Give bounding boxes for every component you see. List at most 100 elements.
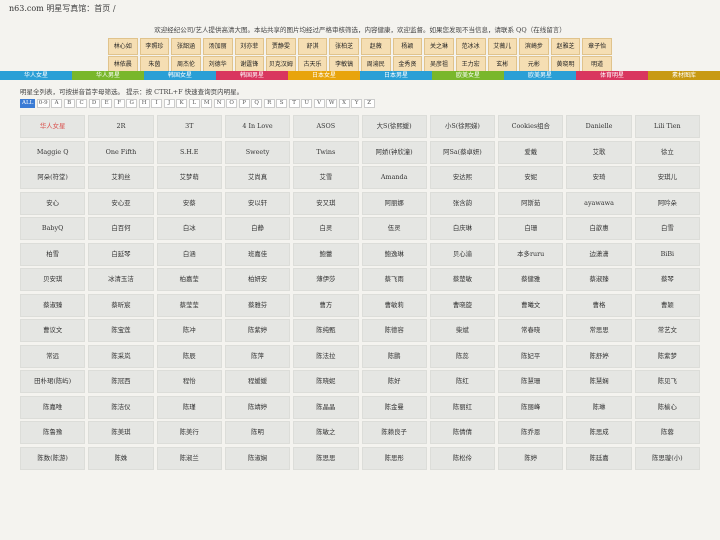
star-link[interactable]: 陈紫梦	[634, 344, 700, 368]
star-link[interactable]: 艾歌	[566, 140, 632, 164]
star-link[interactable]: BiBi	[634, 242, 700, 266]
star-link[interactable]: 安又琪	[293, 191, 359, 215]
featured-star-link[interactable]: 汤加丽	[202, 38, 233, 55]
star-link[interactable]: 陈好	[361, 370, 427, 393]
star-link[interactable]: 陈鹏	[361, 344, 427, 368]
letter-filter-item[interactable]: S	[276, 99, 288, 108]
star-link[interactable]: 陈思思	[293, 446, 359, 470]
star-link[interactable]: 陈思璇(小)	[634, 446, 700, 470]
star-link[interactable]: 陈洁仪	[88, 395, 154, 419]
star-link[interactable]: 陈宝莲	[88, 319, 154, 342]
star-link[interactable]: 陈慧娴	[566, 370, 632, 393]
star-link[interactable]: 艾雪	[293, 166, 359, 189]
star-link[interactable]: 柴斌	[429, 319, 496, 342]
star-link[interactable]: 陈德容	[361, 319, 427, 342]
star-link[interactable]: Cookies组合	[498, 115, 564, 138]
star-link[interactable]: 曹方	[293, 293, 359, 317]
category-tab[interactable]: 体育明星	[576, 71, 648, 80]
letter-filter-item[interactable]: I	[151, 99, 163, 108]
star-link[interactable]: ASOS	[293, 115, 359, 138]
star-link[interactable]: 白涵	[156, 242, 222, 266]
category-tab[interactable]: 华人女星	[0, 71, 72, 80]
letter-filter-item[interactable]: T	[288, 99, 300, 108]
star-link[interactable]: ayawawa	[566, 191, 632, 215]
star-link[interactable]: 大S(徐熙媛)	[361, 115, 427, 138]
featured-star-link[interactable]: 刘亦菲	[234, 38, 265, 55]
letter-filter-item[interactable]: U	[301, 99, 313, 108]
star-link[interactable]: 曹敏莉	[361, 293, 427, 317]
star-link[interactable]: 曹曦文	[498, 293, 564, 317]
letter-filter-item[interactable]: X	[338, 99, 350, 108]
star-link[interactable]: 白灵	[293, 217, 359, 240]
star-link[interactable]: 白雪	[634, 217, 700, 240]
star-link[interactable]: 曹格	[566, 293, 632, 317]
letter-filter-item[interactable]: R	[263, 99, 275, 108]
star-link[interactable]: 陈采岚	[88, 344, 154, 368]
star-link[interactable]: 白庆琳	[429, 217, 496, 240]
star-link[interactable]: 陈淑娴	[224, 446, 291, 470]
star-link[interactable]: 陈晶晶	[293, 395, 359, 419]
star-link[interactable]: 陈冠西	[88, 370, 154, 393]
star-link[interactable]: 陈见飞	[634, 370, 700, 393]
star-link[interactable]: 陈思彤	[361, 446, 427, 470]
star-link[interactable]: Lili Tien	[634, 115, 700, 138]
star-link[interactable]: 陈舒婷	[566, 344, 632, 368]
star-link[interactable]: 白冰	[156, 217, 222, 240]
star-link[interactable]: 陈纯甄	[293, 319, 359, 342]
star-link[interactable]: BabyQ	[20, 217, 86, 240]
star-link[interactable]: 鲍蕾	[293, 242, 359, 266]
featured-star-link[interactable]: 舒淇	[297, 38, 328, 55]
star-link[interactable]: 陈淑兰	[156, 446, 222, 470]
star-link[interactable]: 华人女星	[20, 115, 86, 138]
star-link[interactable]: 阿娇(钟欣潼)	[361, 140, 427, 164]
star-link[interactable]: 陈法拉	[293, 344, 359, 368]
featured-star-link[interactable]: 范冰冰	[455, 38, 486, 55]
star-link[interactable]: 陈瑾	[156, 395, 222, 419]
letter-filter-item[interactable]: C	[76, 99, 88, 108]
star-link[interactable]: 柏雪	[20, 242, 86, 266]
featured-star-link[interactable]: 杨颖	[392, 38, 423, 55]
star-link[interactable]: 徐立	[634, 140, 700, 164]
category-tab[interactable]: 欧美男星	[504, 71, 576, 80]
star-link[interactable]: 陈靖婷	[224, 395, 291, 419]
star-link[interactable]: 柏嘉莹	[156, 268, 222, 291]
star-link[interactable]: 白珊	[498, 217, 564, 240]
letter-filter-item[interactable]: L	[188, 99, 200, 108]
star-link[interactable]: 边潇潇	[566, 242, 632, 266]
star-link[interactable]: 陈思成	[566, 421, 632, 444]
star-link[interactable]: 白延琴	[88, 242, 154, 266]
star-link[interactable]: 常艺文	[634, 319, 700, 342]
star-link[interactable]: 陈鲁豫	[20, 421, 86, 444]
star-link[interactable]: 小S(徐熙娣)	[429, 115, 496, 138]
category-tab[interactable]: 华人男星	[72, 71, 144, 80]
star-link[interactable]: 陈紫婷	[224, 319, 291, 342]
star-link[interactable]: 陈冲	[156, 319, 222, 342]
star-link[interactable]: 陈敏之	[293, 421, 359, 444]
star-link[interactable]: 蔡健雅	[498, 268, 564, 291]
star-link[interactable]: 陈婷	[498, 446, 564, 470]
star-link[interactable]: 陈蓉	[634, 421, 700, 444]
star-link[interactable]: 安蔡	[156, 191, 222, 215]
site-link[interactable]: n63.com	[9, 4, 44, 13]
star-link[interactable]: 安心	[20, 191, 86, 215]
letter-filter-item[interactable]: O	[226, 99, 238, 108]
letter-filter-item[interactable]: A	[51, 99, 63, 108]
star-link[interactable]: 鲍逸琳	[361, 242, 427, 266]
featured-star-link[interactable]: 艾薇儿	[487, 38, 518, 55]
star-link[interactable]: 陈倩倩	[429, 421, 496, 444]
star-link[interactable]: 陈蕊	[429, 344, 496, 368]
star-link[interactable]: 白百何	[88, 217, 154, 240]
featured-star-link[interactable]: 张柏芝	[329, 38, 359, 55]
category-tab[interactable]: 韩国女星	[144, 71, 216, 80]
star-link[interactable]: 安心亚	[88, 191, 154, 215]
star-link[interactable]: 陈丽红	[429, 395, 496, 419]
star-link[interactable]: 陈丽峰	[498, 395, 564, 419]
category-tab[interactable]: 素材图库	[648, 71, 720, 80]
star-link[interactable]: 程媛媛	[224, 370, 291, 393]
star-link[interactable]: 陈萍	[224, 344, 291, 368]
star-link[interactable]: 曹颖	[634, 293, 700, 317]
letter-filter-item[interactable]: G	[126, 99, 138, 108]
featured-star-link[interactable]: 李照珍	[139, 38, 170, 55]
star-link[interactable]: 安琦	[566, 166, 632, 189]
letter-filter-item[interactable]: Q	[251, 99, 263, 108]
